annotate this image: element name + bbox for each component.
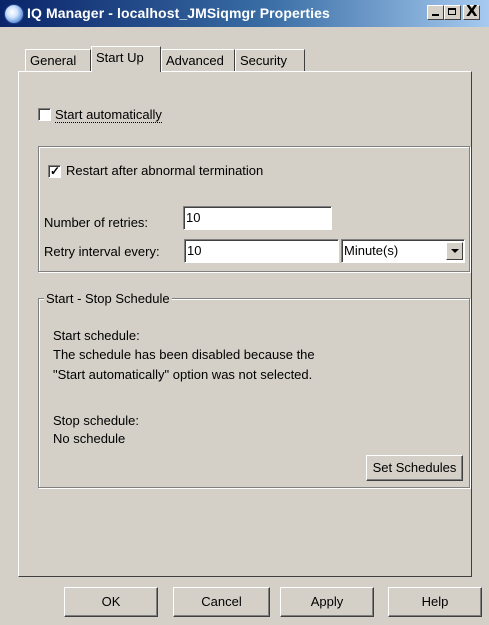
interval-input[interactable]: 10 [184, 239, 339, 263]
close-button[interactable]: X [463, 2, 480, 20]
retries-input[interactable]: 10 [183, 206, 332, 230]
chevron-down-icon [451, 249, 459, 253]
cancel-button[interactable]: Cancel [173, 587, 270, 617]
tab-start-up-label: Start Up [96, 50, 144, 65]
stop-schedule-label: Stop schedule: [53, 413, 140, 428]
start-schedule-label: Start schedule: [53, 328, 140, 343]
window-title: IQ Manager - localhost_JMSiqmgr Properti… [27, 5, 330, 21]
close-icon: X [466, 2, 478, 20]
set-schedules-button[interactable]: Set Schedules [366, 455, 463, 481]
restart-checkbox[interactable]: ✓ [48, 164, 61, 178]
stop-schedule-text: No schedule [53, 431, 126, 446]
interval-unit-value: Minute(s) [344, 243, 399, 258]
start-automatically-label[interactable]: Start automatically [55, 107, 162, 123]
minimize-icon [432, 14, 439, 16]
start-schedule-text-2: "Start automatically" option was not sel… [53, 367, 313, 382]
tab-advanced-label: Advanced [166, 53, 224, 68]
checkmark-icon: ✓ [50, 164, 61, 178]
tab-security-label: Security [240, 53, 287, 68]
tab-advanced[interactable]: Advanced [161, 49, 235, 71]
start-automatically-checkbox[interactable] [38, 108, 51, 121]
tab-general-label: General [30, 53, 77, 68]
tab-start-up[interactable]: Start Up [91, 46, 161, 72]
help-button[interactable]: Help [388, 587, 482, 617]
ok-button[interactable]: OK [64, 587, 158, 617]
retries-label: Number of retries: [44, 215, 149, 230]
minimize-button[interactable] [427, 5, 444, 20]
start-schedule-text-1: The schedule has been disabled because t… [53, 347, 315, 362]
apply-button[interactable]: Apply [280, 587, 374, 617]
tab-general[interactable]: General [25, 49, 91, 71]
interval-label: Retry interval every: [44, 244, 160, 259]
app-globe-icon [4, 4, 24, 24]
schedule-group-title: Start - Stop Schedule [44, 291, 172, 306]
maximize-button[interactable] [444, 5, 461, 20]
tab-security[interactable]: Security [235, 49, 305, 71]
maximize-icon [448, 8, 456, 15]
title-bar[interactable]: IQ Manager - localhost_JMSiqmgr Properti… [0, 0, 489, 27]
restart-label[interactable]: Restart after abnormal termination [66, 163, 263, 178]
apply-label: Apply [310, 594, 344, 609]
interval-unit-dropdown-button[interactable] [446, 242, 463, 260]
